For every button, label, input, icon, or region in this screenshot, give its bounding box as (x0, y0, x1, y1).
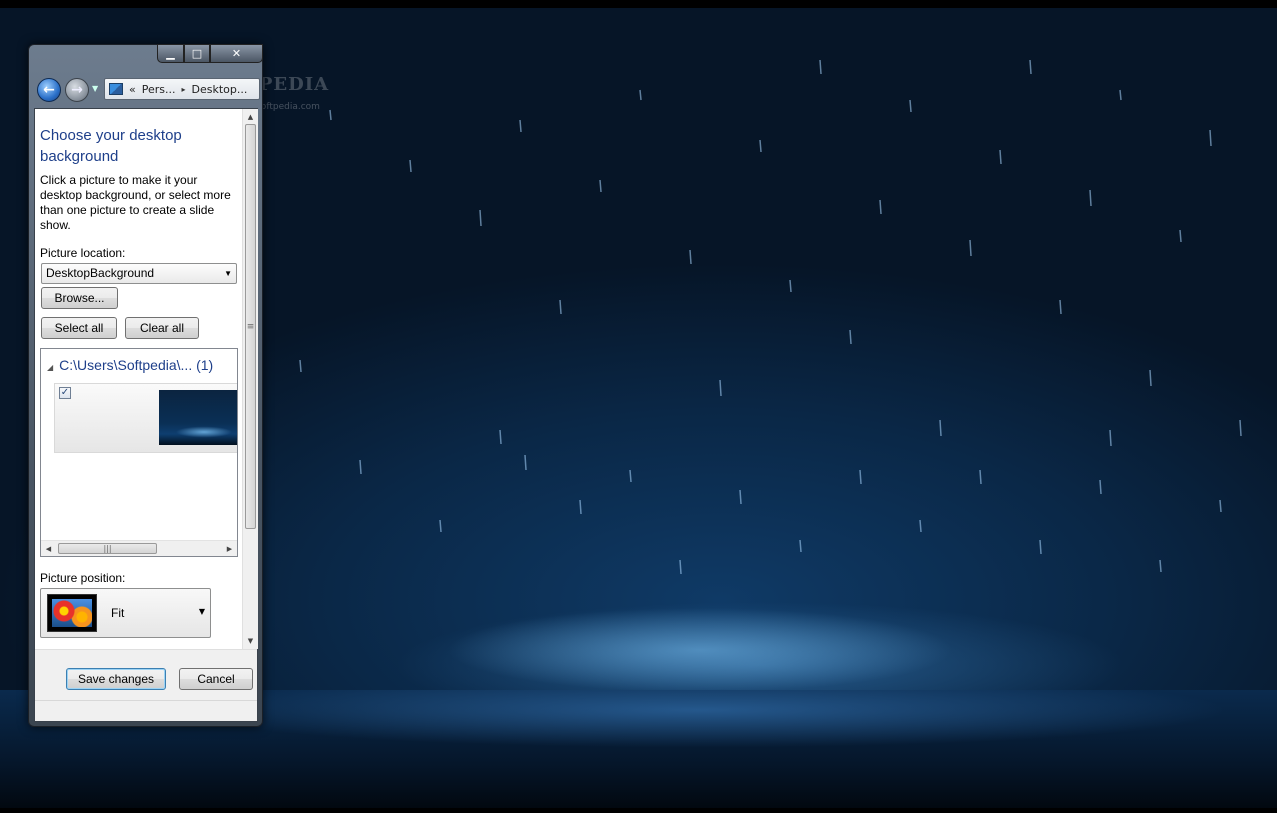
horizontal-scroll-thumb[interactable]: ||| (58, 543, 157, 554)
picture-list[interactable]: ◢ C:\Users\Softpedia\... (1) ✓ ◀ ||| ▶ (40, 348, 238, 557)
picture-tile[interactable]: ✓ (54, 383, 237, 453)
picture-location-value: DesktopBackground (46, 266, 155, 280)
caption-buttons: ▁ □ ✕ (157, 44, 263, 64)
breadcrumb-personalization[interactable]: Pers... (142, 83, 176, 96)
collapse-triangle-icon[interactable]: ◢ (47, 363, 53, 372)
picture-location-label: Picture location: (40, 246, 126, 260)
status-divider (35, 700, 257, 701)
close-button[interactable]: ✕ (210, 44, 263, 63)
scroll-up-icon[interactable]: ▲ (243, 109, 258, 124)
group-header[interactable]: ◢ C:\Users\Softpedia\... (1) (47, 357, 213, 373)
settings-content: Choose your desktop background Click a p… (35, 109, 241, 649)
clear-all-button[interactable]: Clear all (125, 317, 199, 339)
picture-checkbox[interactable]: ✓ (59, 387, 71, 399)
picture-position-select[interactable]: Fit ▼ (40, 588, 211, 638)
breadcrumb-desktop-background[interactable]: Desktop... (192, 83, 248, 96)
minimize-button[interactable]: ▁ (157, 44, 184, 63)
cancel-button[interactable]: Cancel (179, 668, 253, 690)
personalization-window: ▁ □ ✕ ← → ▼ « Pers... ▸ Desktop... Choos… (28, 44, 263, 727)
vertical-scroll-thumb[interactable]: ≡ (245, 124, 256, 529)
back-button[interactable]: ← (37, 78, 61, 102)
select-all-button[interactable]: Select all (41, 317, 117, 339)
forward-button[interactable]: → (65, 78, 89, 102)
page-description: Click a picture to make it your desktop … (40, 173, 231, 232)
breadcrumb-overflow[interactable]: « (129, 83, 136, 96)
flower-preview-icon (52, 599, 92, 627)
browse-button[interactable]: Browse... (41, 287, 118, 309)
group-header-label: C:\Users\Softpedia\... (1) (59, 357, 214, 373)
dialog-footer: Save changes Cancel (35, 649, 257, 721)
picture-position-value: Fit (111, 606, 125, 620)
page-title: Choose your desktop background (40, 127, 182, 165)
arrow-right-icon: → (71, 82, 83, 98)
scroll-left-icon[interactable]: ◀ (41, 541, 56, 556)
save-changes-button[interactable]: Save changes (66, 668, 166, 690)
close-icon: ✕ (231, 47, 242, 60)
scroll-down-icon[interactable]: ▼ (243, 633, 258, 648)
client-area: Choose your desktop background Click a p… (34, 108, 258, 722)
scroll-right-icon[interactable]: ▶ (222, 541, 237, 556)
picture-position-label: Picture position: (40, 571, 126, 585)
picture-location-select[interactable]: DesktopBackground ▼ (41, 263, 237, 284)
vertical-scrollbar[interactable]: ▲ ≡ ▼ (242, 109, 258, 649)
recent-pages-dropdown[interactable]: ▼ (92, 84, 98, 93)
position-preview-image (47, 594, 97, 632)
horizontal-scrollbar[interactable]: ◀ ||| ▶ (41, 540, 237, 556)
breadcrumb-separator-icon[interactable]: ▸ (182, 85, 186, 94)
maximize-button[interactable]: □ (184, 44, 210, 63)
navigation-bar: ← → ▼ « Pers... ▸ Desktop... (35, 76, 260, 104)
maximize-icon: □ (191, 47, 203, 60)
address-bar[interactable]: « Pers... ▸ Desktop... (104, 78, 260, 100)
chevron-down-icon: ▼ (198, 607, 205, 616)
arrow-left-icon: ← (43, 82, 55, 98)
chevron-down-icon: ▼ (224, 269, 232, 278)
control-panel-icon (109, 83, 123, 95)
minimize-icon: ▁ (166, 47, 175, 60)
picture-thumbnail[interactable] (159, 390, 237, 445)
